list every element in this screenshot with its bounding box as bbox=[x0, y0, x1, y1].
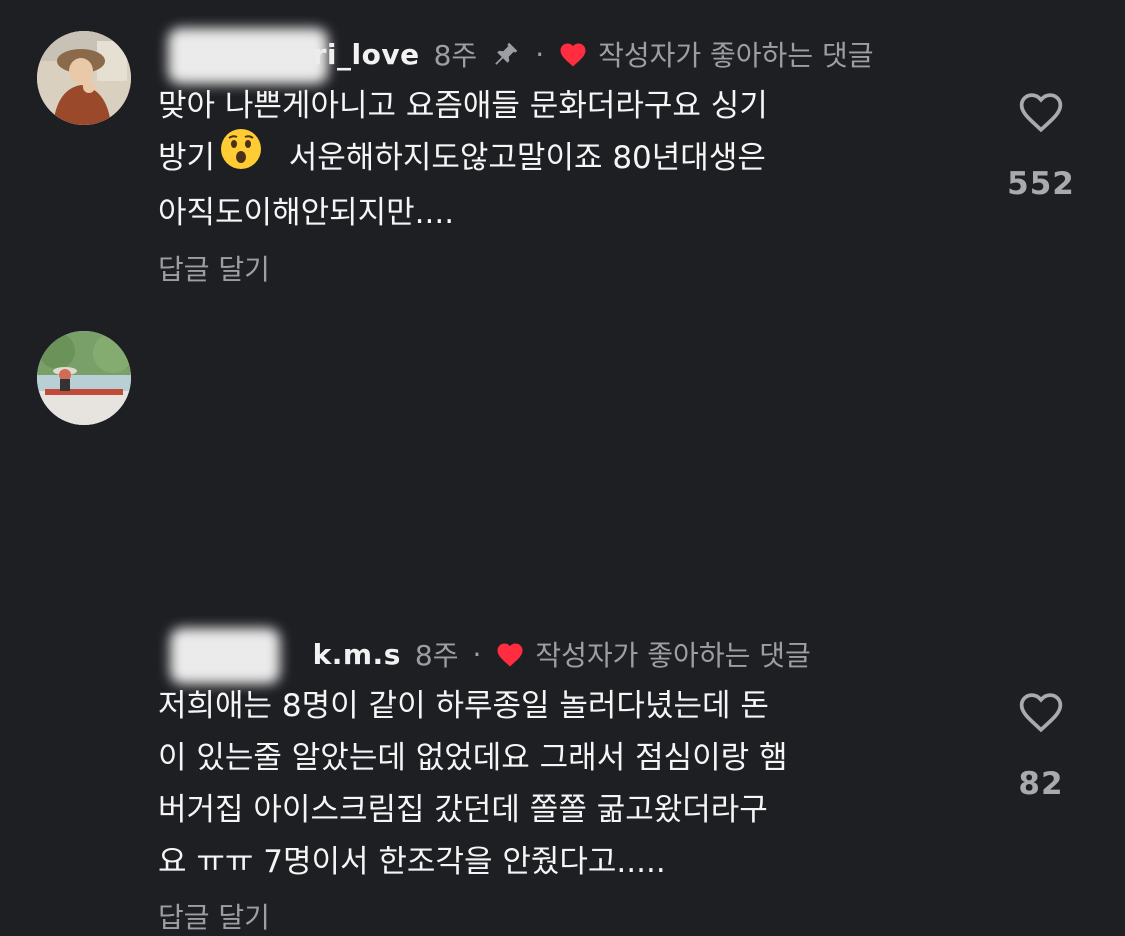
comment-line: 이 있는줄 알았는데 없었데요 그래서 점심이랑 햄 bbox=[158, 740, 788, 776]
astonished-face-emoji bbox=[219, 127, 263, 187]
avatar[interactable] bbox=[37, 331, 131, 425]
comment-line: 버거집 아이스크림집 갔던데 쫄쫄 굶고왔더라구 bbox=[158, 792, 768, 828]
heart-filled-icon bbox=[558, 40, 588, 68]
comment-time: 8주 bbox=[414, 639, 459, 672]
comment-body: 저희애는 8명이 같이 하루종일 놀러다녔는데 돈 이 있는줄 알았는데 없었데… bbox=[158, 680, 788, 888]
reply-button[interactable]: 답글 달기 bbox=[158, 248, 270, 288]
avatar-image bbox=[37, 331, 131, 425]
like-count: 82 bbox=[1018, 766, 1064, 802]
like-count: 552 bbox=[1007, 166, 1075, 202]
username-redaction bbox=[168, 27, 328, 84]
like-control: 82 bbox=[996, 688, 1086, 802]
heart-filled-icon bbox=[495, 640, 525, 668]
comment-line: 아직도이해안되지만.... bbox=[158, 194, 455, 231]
heart-outline-icon[interactable] bbox=[996, 688, 1086, 738]
reply-button[interactable]: 답글 달기 bbox=[158, 896, 270, 936]
liked-by-author-label: 작성자가 좋아하는 댓글 bbox=[598, 39, 874, 72]
username[interactable]: XXXXXXXk.m.s bbox=[158, 627, 401, 684]
avatar[interactable] bbox=[37, 31, 131, 125]
separator-dot: · bbox=[472, 637, 482, 671]
pin-icon bbox=[491, 39, 521, 69]
like-control: 552 bbox=[996, 88, 1086, 202]
comment-line: 저희애는 8명이 같이 하루종일 놀러다녔는데 돈 bbox=[158, 688, 769, 724]
comment-line: 맞아 나쁜게아니고 요즘애들 문화더라구요 싱기 bbox=[158, 88, 768, 124]
comment-line-with-emoji: 방기 서운해하지도않고말이죠 80년대생은 bbox=[158, 128, 768, 187]
comment-line: 요 ㅠㅠ 7명이서 한조각을 안줬다고..... bbox=[158, 844, 666, 880]
liked-by-author-label: 작성자가 좋아하는 댓글 bbox=[535, 639, 811, 672]
separator-dot: · bbox=[535, 37, 545, 71]
heart-outline-icon[interactable] bbox=[996, 88, 1086, 138]
comment-time: 8주 bbox=[433, 39, 478, 72]
comment-header: XXXXXXXk.m.s 8주 · 작성자가 좋아하는 댓글 bbox=[158, 627, 811, 684]
username-redaction bbox=[170, 627, 280, 684]
avatar-image bbox=[37, 31, 131, 125]
comment-body: 맞아 나쁜게아니고 요즘애들 문화더라구요 싱기 방기 서운해하지도않고말이죠 … bbox=[158, 80, 768, 239]
comment-header: XXXXXXXri_love 8주 · 작성자가 좋아하는 댓글 bbox=[158, 27, 874, 84]
username[interactable]: XXXXXXXri_love bbox=[158, 27, 420, 84]
